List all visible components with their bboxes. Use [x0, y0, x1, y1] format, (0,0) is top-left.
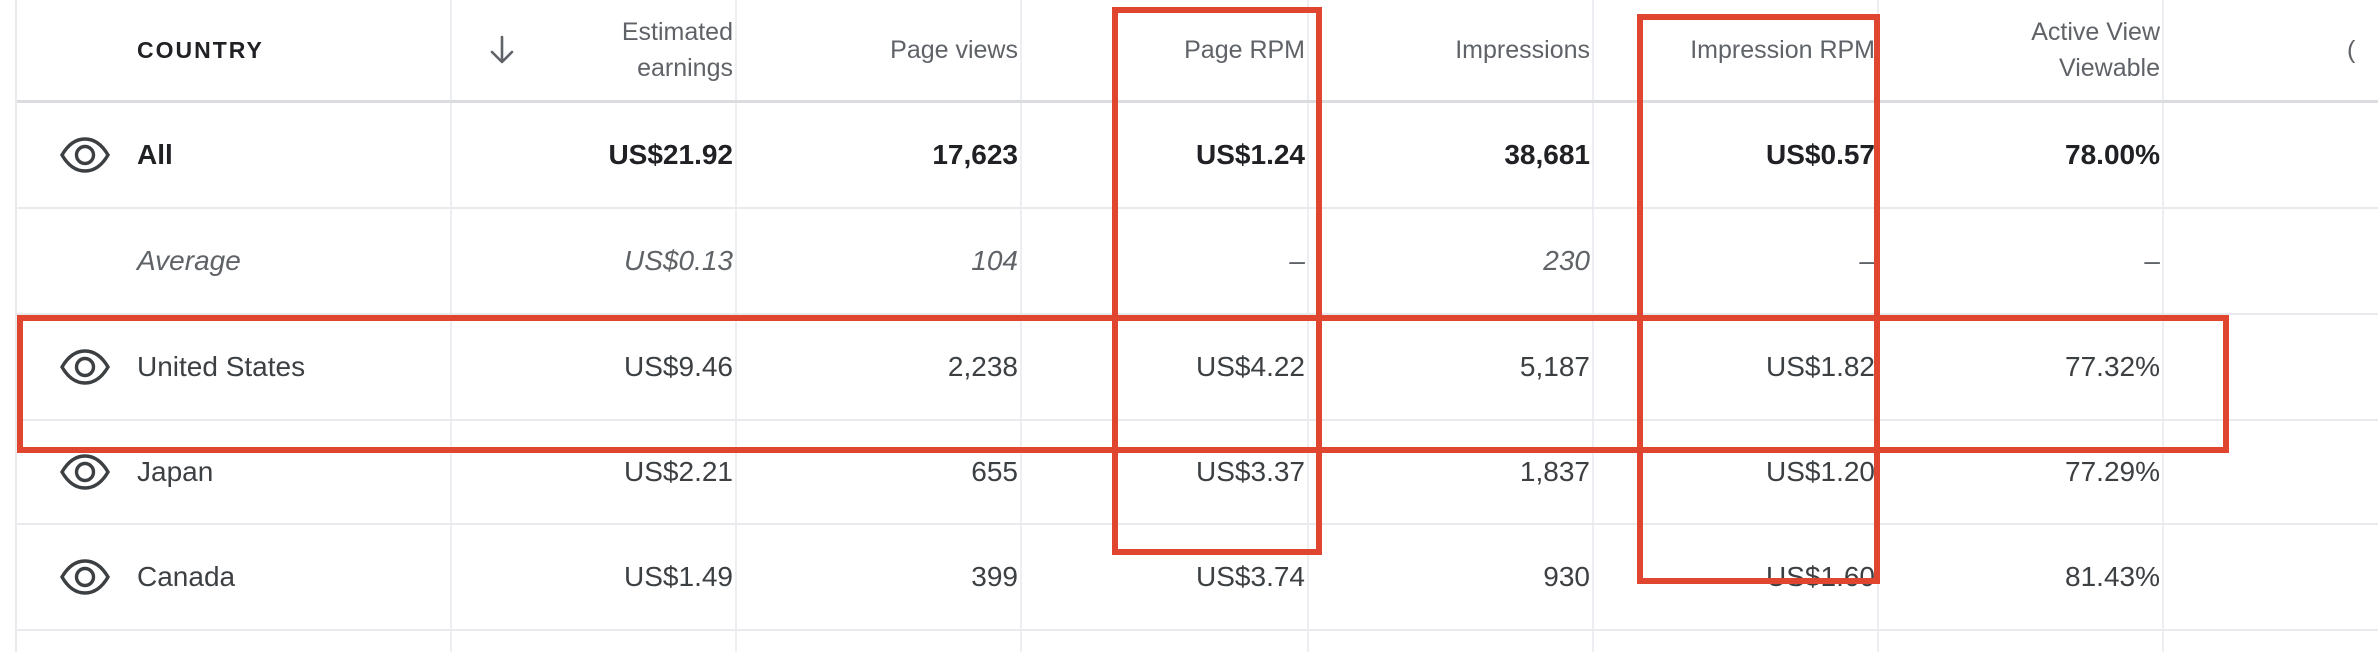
header-estimated-earnings-line1: Estimated [621, 18, 733, 46]
page-rpm-cell: US$1.24 [1196, 139, 1305, 170]
page-rpm-cell: US$4.22 [1196, 351, 1305, 382]
earnings-cell: US$0.13 [624, 245, 733, 276]
header-impressions[interactable]: Impressions [1324, 0, 1609, 100]
country-cell: All [137, 139, 173, 170]
active-view-cell: 81.43% [2065, 561, 2160, 592]
header-cutoff-column[interactable]: ( [2347, 0, 2378, 100]
header-estimated-earnings-line2: earnings [637, 54, 733, 82]
active-view-cell: 77.32% [2065, 351, 2160, 382]
impressions-cell: 38,681 [1504, 139, 1590, 170]
impression-rpm-cell: US$1.20 [1766, 456, 1875, 487]
eye-icon [59, 454, 110, 490]
impression-rpm-cell: US$1.60 [1766, 561, 1875, 592]
country-cell: Japan [137, 456, 214, 487]
page-rpm-cell: US$3.74 [1196, 561, 1305, 592]
page-rpm-cell: US$3.37 [1196, 456, 1305, 487]
table-row: All US$21.92 17,623 US$1.24 38,681 US$0.… [17, 103, 2378, 209]
header-page-views[interactable]: Page views [752, 0, 1037, 100]
header-impression-rpm[interactable]: Impression RPM [1609, 0, 1894, 100]
header-estimated-earnings[interactable]: Estimated earnings [467, 0, 752, 100]
header-page-views-label: Page views [890, 36, 1018, 64]
header-active-view-line2: Viewable [2058, 54, 2160, 82]
active-view-cell: 77.29% [2065, 456, 2160, 487]
impressions-cell: 230 [1543, 245, 1590, 276]
earnings-cell: US$1.49 [624, 561, 733, 592]
visibility-toggle-button[interactable] [37, 421, 132, 523]
header-impression-rpm-label: Impression RPM [1690, 36, 1875, 64]
impression-rpm-cell: US$0.57 [1766, 139, 1875, 170]
visibility-toggle-button[interactable] [37, 103, 132, 207]
header-country[interactable]: COUNTRY [137, 0, 457, 100]
impression-rpm-cell: – [1859, 245, 1875, 276]
eye-icon [59, 137, 110, 173]
page-rpm-cell: – [1289, 245, 1305, 276]
page-views-cell: 17,623 [932, 139, 1018, 170]
eye-icon [59, 349, 110, 385]
page-views-cell: 399 [971, 561, 1018, 592]
header-active-view-viewable[interactable]: Active View Viewable [1894, 0, 2179, 100]
impression-rpm-cell: US$1.82 [1766, 351, 1875, 382]
table-row-partial [17, 631, 2378, 661]
header-country-label: COUNTRY [137, 37, 264, 63]
page-views-cell: 104 [971, 245, 1018, 276]
page-views-cell: 2,238 [947, 351, 1018, 382]
header-cutoff-label: ( [2347, 36, 2356, 64]
header-impressions-label: Impressions [1455, 36, 1590, 64]
table-row: United States US$9.46 2,238 US$4.22 5,18… [17, 315, 2378, 421]
header-page-rpm-label: Page RPM [1184, 36, 1305, 64]
country-cell: United States [137, 351, 306, 382]
table-row: Canada US$1.49 399 US$3.74 930 US$1.60 8… [17, 525, 2378, 631]
country-cell: Canada [137, 561, 236, 592]
active-view-cell: – [2144, 245, 2160, 276]
active-view-cell: 78.00% [2065, 139, 2160, 170]
earnings-cell: US$2.21 [624, 456, 733, 487]
visibility-toggle-button[interactable] [37, 315, 132, 419]
impressions-cell: 1,837 [1519, 456, 1590, 487]
country-cell: Average [137, 245, 241, 276]
visibility-toggle-button[interactable] [37, 525, 132, 629]
page-views-cell: 655 [971, 456, 1018, 487]
header-page-rpm[interactable]: Page RPM [1037, 0, 1324, 100]
impressions-cell: 930 [1543, 561, 1590, 592]
table-row: Average US$0.13 104 – 230 – – [17, 209, 2378, 315]
earnings-cell: US$21.92 [608, 139, 733, 170]
impressions-cell: 5,187 [1519, 351, 1590, 382]
eye-icon [59, 559, 110, 595]
table-header: COUNTRY Estimated earnings Page views Pa… [17, 0, 2378, 103]
earnings-cell: US$9.46 [624, 351, 733, 382]
table-row: Japan US$2.21 655 US$3.37 1,837 US$1.20 … [17, 421, 2378, 525]
header-active-view-line1: Active View [2031, 18, 2160, 46]
